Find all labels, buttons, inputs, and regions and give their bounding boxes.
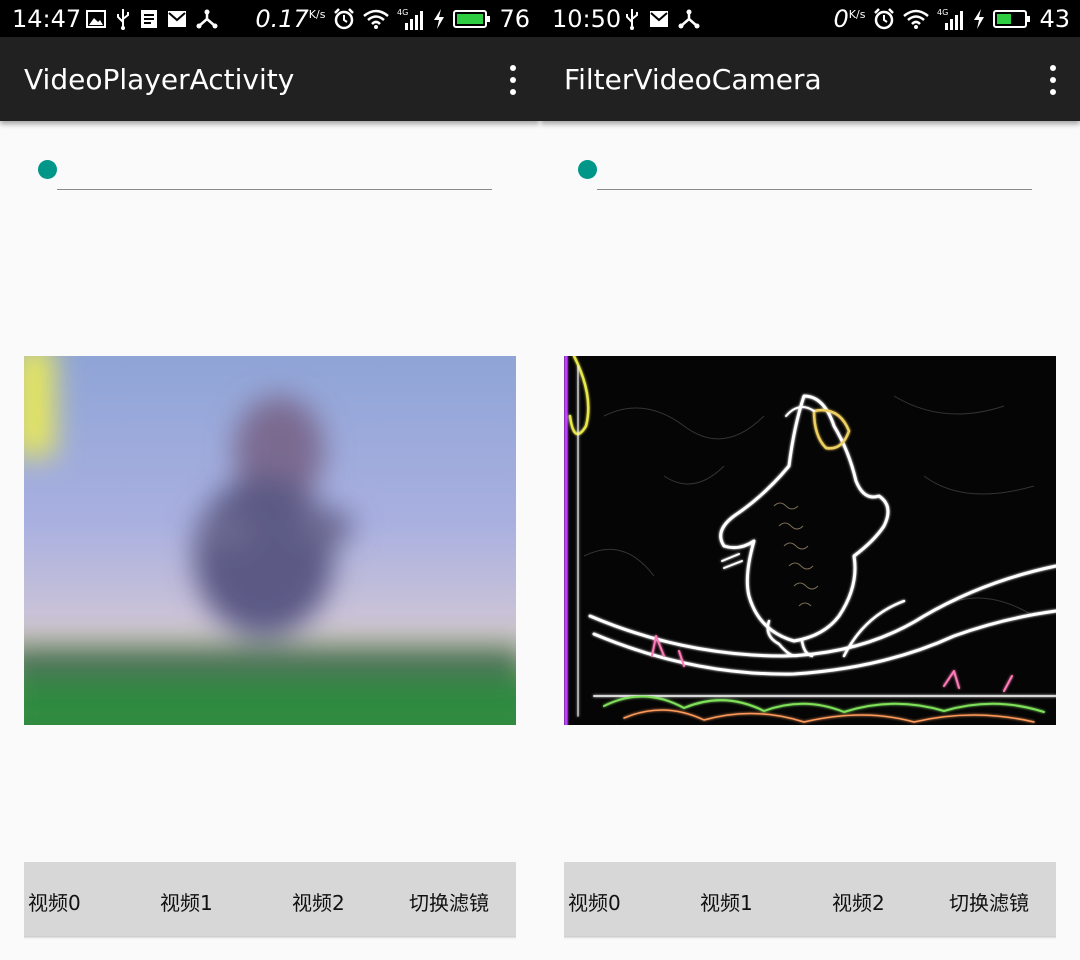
- button-label: 视频2: [832, 891, 885, 915]
- menu-dot: [1050, 77, 1056, 83]
- switch-filter-button[interactable]: 切换滤镜: [393, 862, 516, 936]
- video0-button[interactable]: 视频0: [24, 862, 147, 936]
- button-label: 视频0: [28, 891, 81, 915]
- seekbar-thumb[interactable]: [578, 160, 597, 179]
- alarm-icon: [334, 8, 355, 30]
- mail-icon: [650, 11, 668, 27]
- button-label: 视频0: [568, 891, 621, 915]
- usb-icon: [626, 9, 638, 30]
- status-right: 0.17K/s 4G 76: [255, 4, 530, 34]
- app-toolbar: VideoPlayerActivity: [0, 37, 540, 121]
- charging-icon: [974, 9, 985, 29]
- video1-button[interactable]: 视频1: [147, 862, 270, 936]
- seekbar[interactable]: [578, 160, 1034, 194]
- network-type-label: 4G: [397, 8, 408, 17]
- battery-level: 43: [1039, 5, 1070, 33]
- document-icon: [141, 10, 157, 28]
- app-toolbar: FilterVideoCamera: [540, 37, 1080, 121]
- seekbar-thumb[interactable]: [38, 160, 57, 179]
- signal-icon: 4G: [397, 8, 424, 30]
- menu-dot: [510, 65, 516, 71]
- switch-filter-button[interactable]: 切换滤镜: [933, 862, 1056, 936]
- share-icon: [196, 9, 218, 29]
- video1-button[interactable]: 视频1: [687, 862, 810, 936]
- net-speed: 0.17K/s: [255, 5, 326, 33]
- wifi-icon: [903, 9, 930, 29]
- seekbar-track: [597, 189, 1032, 190]
- button-label: 视频1: [700, 891, 753, 915]
- seekbar[interactable]: [38, 160, 494, 194]
- menu-dot: [510, 89, 516, 95]
- video-frame-edge-filter: [564, 356, 1056, 725]
- button-bar-shadow: [564, 936, 1056, 939]
- button-label: 切换滤镜: [409, 891, 489, 915]
- network-type-label: 4G: [937, 8, 948, 17]
- video2-button[interactable]: 视频2: [270, 862, 393, 936]
- button-bar-shadow: [24, 936, 516, 939]
- button-label: 切换滤镜: [949, 891, 1029, 915]
- seekbar-track: [57, 189, 492, 190]
- mail-icon: [168, 11, 186, 27]
- video-button-bar: 视频0 视频1 视频2 切换滤镜: [564, 862, 1056, 936]
- overflow-menu-button[interactable]: [1046, 65, 1060, 95]
- button-label: 视频1: [160, 891, 213, 915]
- image-icon: [86, 10, 106, 28]
- net-speed: 0K/s: [833, 5, 866, 33]
- menu-dot: [510, 77, 516, 83]
- status-bar: 10:50 0K/s 4G 43: [540, 0, 1080, 37]
- status-time: 14:47: [12, 5, 82, 33]
- status-time: 10:50: [552, 5, 622, 33]
- video2-button[interactable]: 视频2: [810, 862, 933, 936]
- wifi-icon: [363, 9, 390, 29]
- alarm-icon: [874, 8, 895, 30]
- share-icon: [678, 9, 700, 29]
- signal-icon: 4G: [937, 8, 964, 30]
- screen-filter-video-camera: 10:50 0K/s 4G 43 FilterVideoCamera 视频0 视…: [540, 0, 1080, 960]
- menu-dot: [1050, 89, 1056, 95]
- battery-icon: [453, 10, 491, 28]
- overflow-menu-button[interactable]: [506, 65, 520, 95]
- battery-level: 76: [499, 5, 530, 33]
- notification-icons: [86, 8, 218, 30]
- battery-fill: [457, 14, 484, 24]
- charging-icon: [434, 9, 445, 29]
- notification-icons: [624, 8, 700, 30]
- status-right: 0K/s 4G 43: [834, 4, 1070, 34]
- video-frame-blurred: [24, 356, 516, 725]
- video0-button[interactable]: 视频0: [564, 862, 687, 936]
- usb-icon: [117, 9, 129, 30]
- battery-fill: [997, 14, 1012, 24]
- menu-dot: [1050, 65, 1056, 71]
- video-view[interactable]: [24, 356, 516, 725]
- page-title: VideoPlayerActivity: [24, 63, 295, 96]
- button-label: 视频2: [292, 891, 345, 915]
- screen-video-player: 14:47 0.17K/s 4G 76 VideoPlayerActivity: [0, 0, 540, 960]
- status-bar: 14:47 0.17K/s 4G 76: [0, 0, 540, 37]
- video-button-bar: 视频0 视频1 视频2 切换滤镜: [24, 862, 516, 936]
- page-title: FilterVideoCamera: [564, 63, 822, 96]
- battery-icon: [993, 10, 1031, 28]
- video-view[interactable]: [564, 356, 1056, 725]
